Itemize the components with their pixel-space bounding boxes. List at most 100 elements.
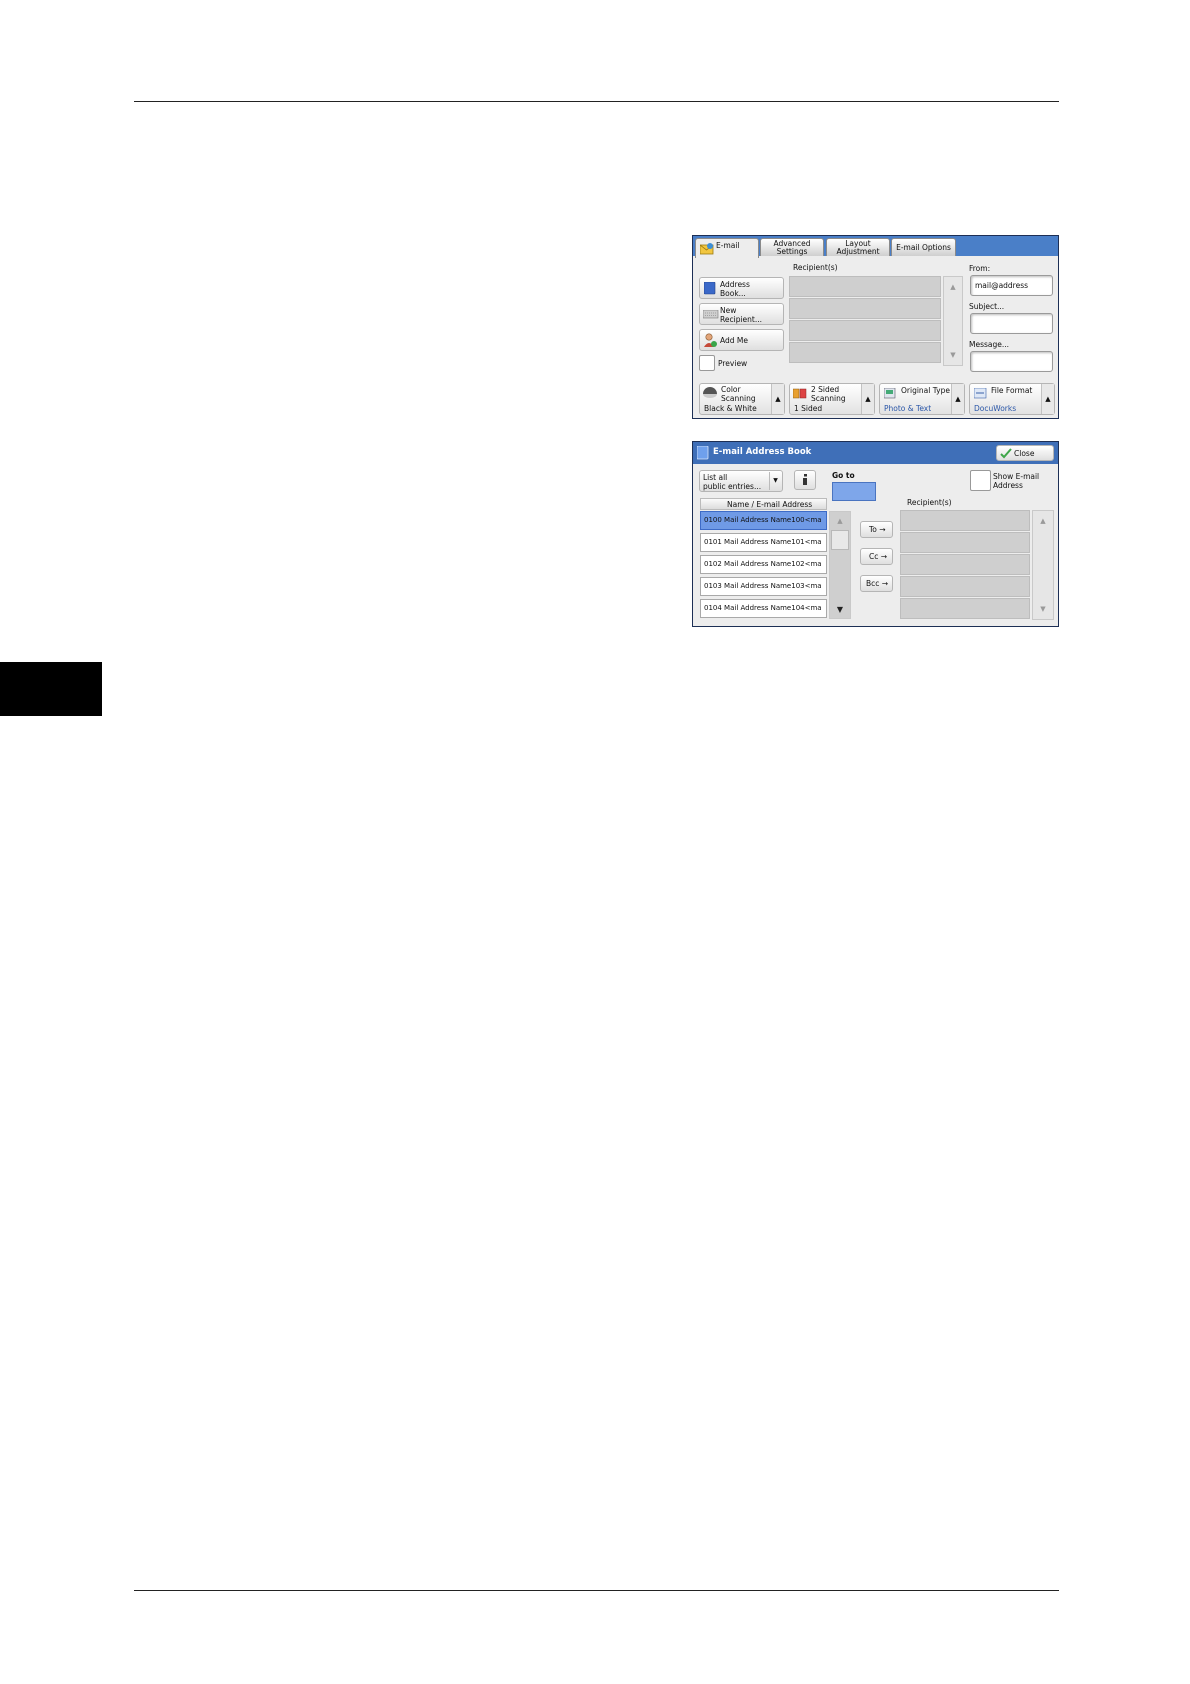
- tab-bar: E-mail Advanced Settings Layout Adjustme…: [693, 236, 1058, 258]
- tab-email-options[interactable]: E-mail Options: [891, 238, 956, 256]
- address-book-icon: [703, 281, 716, 297]
- header-rule: [134, 101, 1059, 102]
- recipient-row[interactable]: [900, 576, 1030, 597]
- to-label: To →: [869, 525, 886, 534]
- list-item[interactable]: 0101 Mail Address Name101<ma: [700, 533, 827, 552]
- color-scanning-button[interactable]: Color Scanning Black & White ▲: [699, 383, 785, 415]
- file-format-value: DocuWorks: [974, 404, 1017, 413]
- list-item[interactable]: 0102 Mail Address Name102<ma: [700, 555, 827, 574]
- chevron-up-icon: ▲: [861, 384, 874, 414]
- message-label: Message...: [969, 340, 1010, 349]
- tab-layout-adjustment[interactable]: Layout Adjustment: [826, 238, 890, 256]
- info-icon: [801, 474, 810, 488]
- address-book-icon: [696, 445, 709, 462]
- file-format-button[interactable]: File Format DocuWorks ▲: [969, 383, 1055, 415]
- recipient-row[interactable]: [789, 342, 941, 363]
- two-sided-icon: [792, 388, 808, 401]
- original-type-value: Photo & Text: [884, 404, 932, 413]
- preview-checkbox[interactable]: [699, 355, 715, 371]
- color-scanning-value: Black & White: [704, 404, 757, 413]
- original-type-title: Original Type: [901, 386, 950, 395]
- scroll-down-icon[interactable]: ▼: [830, 605, 850, 614]
- show-email-checkbox[interactable]: [970, 470, 991, 491]
- recipients-list[interactable]: [789, 276, 941, 366]
- two-sided-title: 2 Sided Scanning: [811, 385, 846, 403]
- add-me-person-icon: [703, 333, 717, 350]
- color-scanning-icon: [703, 387, 717, 400]
- recipient-row[interactable]: [900, 510, 1030, 531]
- two-sided-scanning-button[interactable]: 2 Sided Scanning 1 Sided ▲: [789, 383, 875, 415]
- from-field[interactable]: mail@address: [970, 275, 1053, 296]
- two-sided-value: 1 Sided: [794, 404, 823, 413]
- tab-advanced-settings[interactable]: Advanced Settings: [760, 238, 824, 256]
- cc-label: Cc →: [869, 552, 888, 561]
- address-book-button[interactable]: Address Book...: [699, 277, 784, 299]
- recipient-row[interactable]: [900, 598, 1030, 619]
- list-item[interactable]: 0103 Mail Address Name103<ma: [700, 577, 827, 596]
- file-format-title: File Format: [991, 386, 1033, 395]
- new-recipient-label: New Recipient...: [720, 306, 763, 324]
- new-recipient-button[interactable]: New Recipient...: [699, 303, 784, 325]
- scroll-up-icon[interactable]: ▲: [830, 517, 850, 525]
- goto-field[interactable]: [832, 482, 876, 501]
- close-button[interactable]: Close: [996, 445, 1054, 461]
- cc-button[interactable]: Cc →: [860, 548, 893, 565]
- recipients-list[interactable]: [900, 510, 1030, 620]
- goto-label: Go to: [832, 471, 855, 480]
- scroll-up-icon[interactable]: ▲: [1033, 517, 1053, 525]
- to-button[interactable]: To →: [860, 521, 893, 538]
- entries-scrollbar[interactable]: ▲ ▼: [829, 511, 851, 619]
- scroll-thumb[interactable]: [831, 530, 849, 550]
- from-value: mail@address: [975, 281, 1029, 290]
- list-item[interactable]: 0100 Mail Address Name100<ma: [700, 511, 827, 530]
- checkmark-icon: [1000, 448, 1012, 461]
- recipients-label: Recipient(s): [907, 498, 952, 507]
- scroll-down-icon[interactable]: ▼: [944, 351, 962, 359]
- message-field[interactable]: [970, 351, 1053, 372]
- address-book-title: E-mail Address Book: [713, 447, 812, 457]
- preview-label: Preview: [718, 359, 748, 368]
- filter-dropdown[interactable]: List all public entries... ▼: [699, 470, 783, 492]
- original-type-icon: [883, 387, 896, 401]
- address-book-titlebar: E-mail Address Book Close: [693, 442, 1058, 464]
- bcc-button[interactable]: Bcc →: [860, 575, 893, 592]
- filter-value: List all public entries...: [703, 473, 762, 491]
- recipient-row[interactable]: [789, 276, 941, 297]
- recipients-label: Recipient(s): [793, 263, 838, 272]
- show-email-label: Show E-mail Address: [993, 472, 1040, 490]
- close-label: Close: [1014, 449, 1035, 458]
- email-address-book-screen: E-mail Address Book Close List all publi…: [692, 441, 1059, 627]
- from-label: From:: [969, 264, 991, 273]
- chevron-up-icon: ▲: [951, 384, 964, 414]
- recipient-row[interactable]: [900, 554, 1030, 575]
- list-header: Name / E-mail Address: [700, 498, 827, 510]
- footer-rule: [134, 1590, 1059, 1591]
- file-format-icon: [973, 387, 987, 401]
- chapter-thumb-tab: [0, 662, 102, 716]
- subject-label: Subject...: [969, 302, 1005, 311]
- subject-field[interactable]: [970, 313, 1053, 334]
- chevron-up-icon: ▲: [1041, 384, 1054, 414]
- bcc-label: Bcc →: [866, 579, 889, 588]
- original-type-button[interactable]: Original Type Photo & Text ▲: [879, 383, 965, 415]
- chevron-down-icon: ▼: [769, 472, 781, 490]
- list-item[interactable]: 0104 Mail Address Name104<ma: [700, 599, 827, 618]
- add-me-button[interactable]: Add Me: [699, 329, 784, 351]
- address-book-label: Address Book...: [720, 280, 750, 298]
- keyboard-icon: [702, 309, 719, 321]
- scroll-down-icon[interactable]: ▼: [1033, 605, 1053, 613]
- chevron-up-icon: ▲: [771, 384, 784, 414]
- tab-email[interactable]: E-mail: [695, 238, 759, 258]
- recipients-scrollbar[interactable]: ▲ ▼: [943, 276, 963, 366]
- recipients-scrollbar[interactable]: ▲ ▼: [1032, 510, 1054, 620]
- info-button[interactable]: [794, 470, 816, 490]
- email-envelope-icon: [699, 242, 714, 257]
- column-header: Name / E-mail Address: [727, 500, 813, 509]
- email-screen: E-mail Advanced Settings Layout Adjustme…: [692, 235, 1059, 419]
- color-scanning-title: Color Scanning: [721, 385, 756, 403]
- recipient-row[interactable]: [789, 320, 941, 341]
- recipient-row[interactable]: [789, 298, 941, 319]
- scroll-up-icon[interactable]: ▲: [944, 283, 962, 291]
- add-me-label: Add Me: [720, 336, 748, 345]
- recipient-row[interactable]: [900, 532, 1030, 553]
